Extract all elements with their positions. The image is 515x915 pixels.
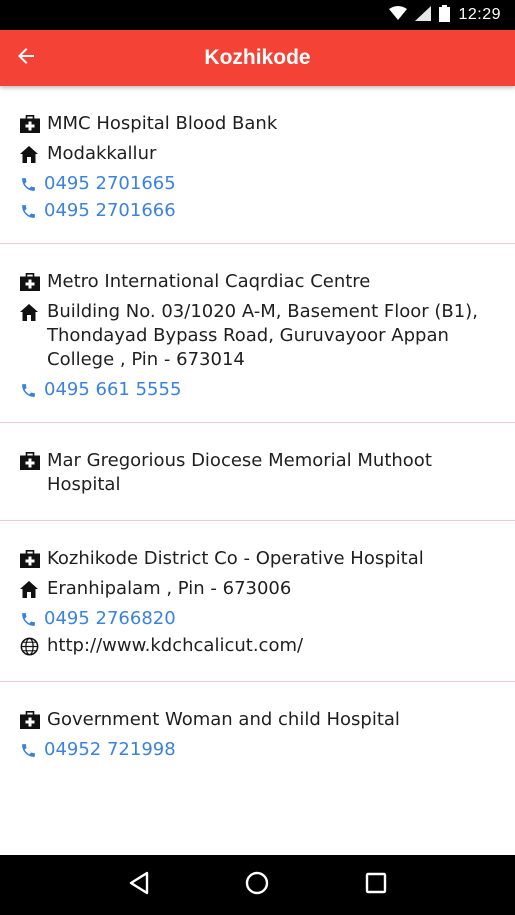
status-bar: 12:29 xyxy=(0,0,515,30)
app-bar: Kozhikode xyxy=(0,30,515,86)
page-title: Kozhikode xyxy=(204,46,311,69)
website-row[interactable]: http://www.kdchcalicut.com/ xyxy=(20,634,497,658)
address-row: Building No. 03/1020 A-M, Basement Floor… xyxy=(20,300,497,372)
hospital-name-row: MMC Hospital Blood Bank xyxy=(20,112,497,136)
recents-square-icon xyxy=(365,872,387,898)
nav-back-button[interactable] xyxy=(119,865,159,905)
phone-number-link[interactable]: 0495 2701665 xyxy=(44,172,497,196)
phone-icon xyxy=(20,738,40,762)
arrow-left-icon xyxy=(14,44,38,72)
phone-number-link[interactable]: 0495 661 5555 xyxy=(44,378,497,402)
phone-icon xyxy=(20,378,40,402)
phone-row[interactable]: 0495 661 5555 xyxy=(20,378,497,402)
system-nav-bar xyxy=(0,855,515,915)
address-text: Eranhipalam , Pin - 673006 xyxy=(47,578,292,599)
home-icon xyxy=(20,577,42,601)
phone-row[interactable]: 0495 2766820 xyxy=(20,607,497,631)
phone-row[interactable]: 0495 2701665 xyxy=(20,172,497,196)
back-triangle-icon xyxy=(128,871,150,899)
phone-icon xyxy=(20,172,40,196)
hospital-name-row: Mar Gregorious Diocese Memorial Muthoot … xyxy=(20,449,497,497)
list-item[interactable]: Kozhikode District Co - Operative Hospit… xyxy=(0,521,515,682)
phone-number-link[interactable]: 04952 721998 xyxy=(44,738,497,762)
battery-icon xyxy=(439,4,451,26)
address-text: Modakkallur xyxy=(47,143,157,164)
address-text: Building No. 03/1020 A-M, Basement Floor… xyxy=(47,301,478,370)
first-aid-kit-icon xyxy=(20,547,42,571)
hospital-name: Metro International Caqrdiac Centre xyxy=(47,271,371,292)
phone-icon xyxy=(20,199,40,223)
signal-icon xyxy=(415,5,432,25)
phone-number-link[interactable]: 0495 2766820 xyxy=(44,607,497,631)
hospital-name: Mar Gregorious Diocese Memorial Muthoot … xyxy=(47,450,432,495)
home-icon xyxy=(20,142,42,166)
wifi-icon xyxy=(389,5,408,25)
address-row: Modakkallur xyxy=(20,142,497,166)
phone-number-link[interactable]: 0495 2701666 xyxy=(44,199,497,223)
hospital-name: Kozhikode District Co - Operative Hospit… xyxy=(47,548,424,569)
list-item[interactable]: Metro International Caqrdiac Centre Buil… xyxy=(0,244,515,423)
phone-row[interactable]: 04952 721998 xyxy=(20,738,497,762)
phone-icon xyxy=(20,607,40,631)
list-item[interactable]: MMC Hospital Blood Bank Modakkallur 0495… xyxy=(0,86,515,244)
list-item[interactable]: Government Woman and child Hospital 0495… xyxy=(0,682,515,782)
nav-home-button[interactable] xyxy=(237,865,277,905)
hospital-name-row: Kozhikode District Co - Operative Hospit… xyxy=(20,547,497,571)
hospital-name: Government Woman and child Hospital xyxy=(47,709,400,730)
nav-recents-button[interactable] xyxy=(356,865,396,905)
home-icon xyxy=(20,300,42,324)
hospital-list: MMC Hospital Blood Bank Modakkallur 0495… xyxy=(0,86,515,782)
address-row: Eranhipalam , Pin - 673006 xyxy=(20,577,497,601)
back-button[interactable] xyxy=(6,38,46,78)
home-circle-icon xyxy=(245,871,269,899)
list-item[interactable]: Mar Gregorious Diocese Memorial Muthoot … xyxy=(0,423,515,521)
hospital-name-row: Metro International Caqrdiac Centre xyxy=(20,270,497,294)
phone-row[interactable]: 0495 2701666 xyxy=(20,199,497,223)
first-aid-kit-icon xyxy=(20,112,42,136)
first-aid-kit-icon xyxy=(20,449,42,473)
first-aid-kit-icon xyxy=(20,270,42,294)
globe-icon xyxy=(20,634,42,658)
first-aid-kit-icon xyxy=(20,708,42,732)
website-link[interactable]: http://www.kdchcalicut.com/ xyxy=(47,634,497,658)
status-time: 12:29 xyxy=(458,6,501,23)
hospital-name: MMC Hospital Blood Bank xyxy=(47,113,278,134)
hospital-name-row: Government Woman and child Hospital xyxy=(20,708,497,732)
